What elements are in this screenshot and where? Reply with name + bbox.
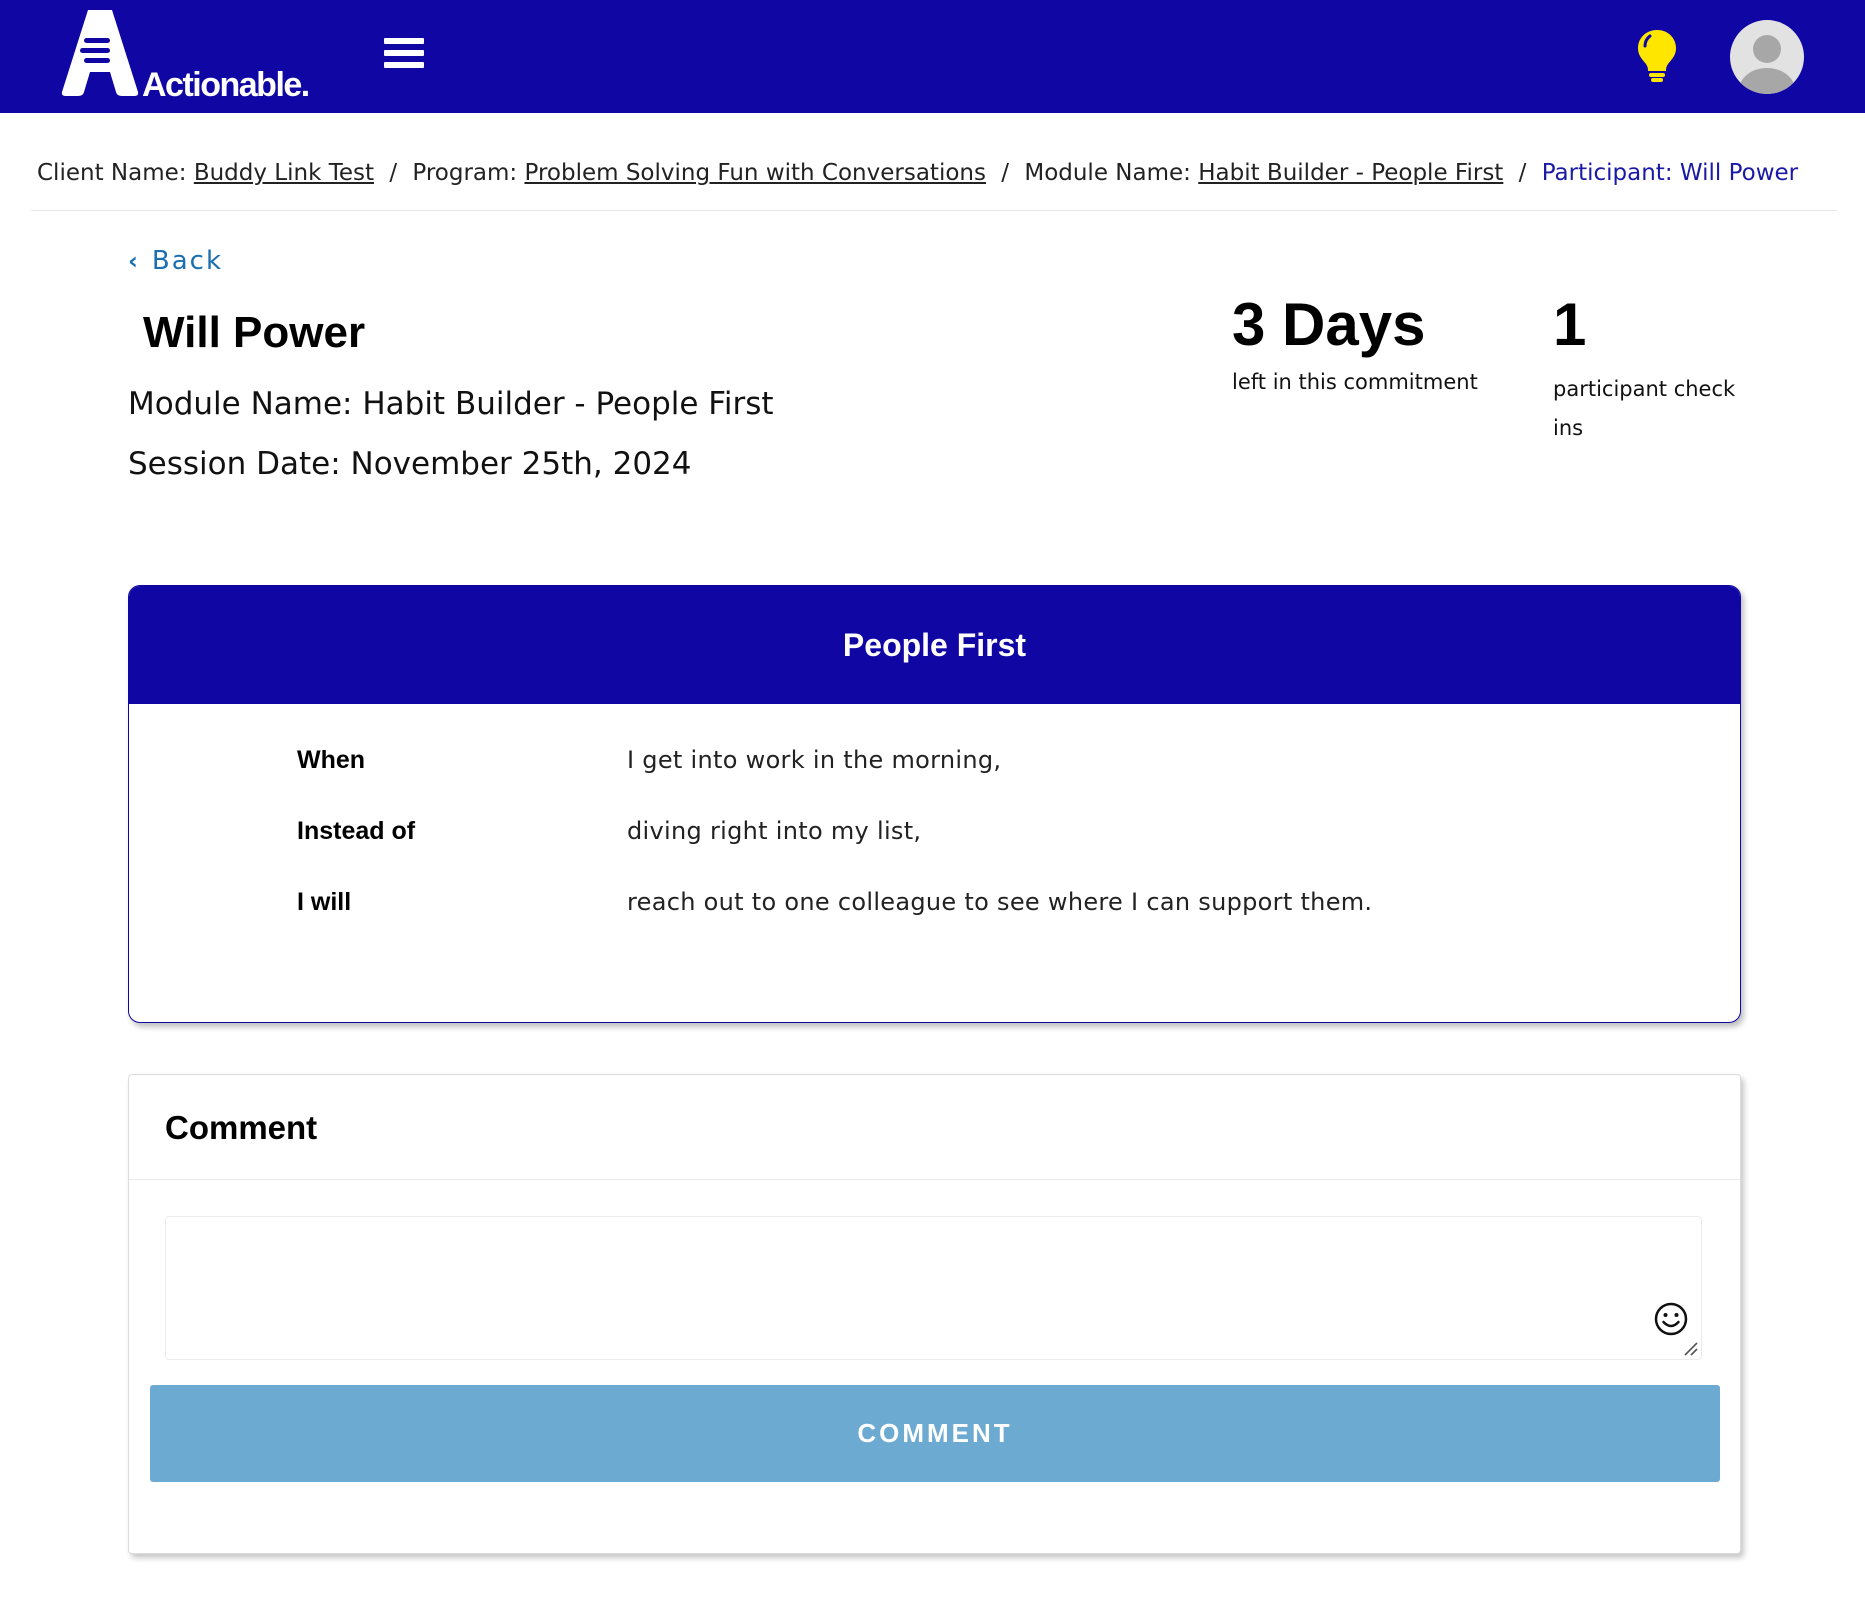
back-link[interactable]: ‹ Back <box>128 246 223 276</box>
comment-submit-button[interactable]: COMMENT <box>150 1385 1720 1482</box>
breadcrumb-client-link[interactable]: Buddy Link Test <box>194 160 374 186</box>
breadcrumb-separator: / <box>1518 160 1527 186</box>
comment-card: Comment COMMENT <box>128 1074 1741 1554</box>
breadcrumb-program-link[interactable]: Problem Solving Fun with Conversations <box>524 160 985 186</box>
breadcrumb-current-participant: Participant: Will Power <box>1541 160 1799 186</box>
resize-handle-icon[interactable] <box>1681 1339 1699 1357</box>
breadcrumb-module-link[interactable]: Habit Builder - People First <box>1198 160 1503 186</box>
breadcrumb-separator: / <box>1001 160 1010 186</box>
user-avatar-icon[interactable] <box>1730 20 1804 94</box>
breadcrumb-module-label: Module Name: <box>1024 160 1191 186</box>
breadcrumb-program-label: Program: <box>412 160 518 186</box>
participant-name: Will Power <box>143 308 366 357</box>
days-left-label: left in this commitment <box>1232 370 1478 394</box>
menu-icon <box>384 38 424 44</box>
habit-row-key: I will <box>297 888 352 916</box>
menu-icon-bar <box>384 62 424 68</box>
comment-textarea[interactable] <box>165 1216 1702 1360</box>
top-navbar: Actionable. <box>0 0 1865 113</box>
habit-row-value: reach out to one colleague to see where … <box>627 888 1373 916</box>
comment-title: Comment <box>165 1109 318 1146</box>
checkins-value: 1 <box>1553 291 1587 358</box>
logo-a-icon <box>61 10 139 96</box>
breadcrumb: Client Name: Buddy Link Test / Program: … <box>37 160 1798 186</box>
module-name-text: Module Name: Habit Builder - People Firs… <box>128 386 774 422</box>
actionable-logo[interactable]: Actionable. <box>60 8 340 104</box>
checkins-label: participant check ins <box>1553 377 1736 440</box>
habit-row-value: I get into work in the morning, <box>627 746 1002 774</box>
breadcrumb-client-label: Client Name: <box>37 160 187 186</box>
habit-card-title: People First <box>129 586 1740 704</box>
chevron-left-icon: ‹ <box>128 247 140 275</box>
back-label: Back <box>151 246 224 276</box>
habit-row-key: When <box>297 746 366 774</box>
comment-divider <box>129 1179 1740 1180</box>
breadcrumb-separator: / <box>389 160 398 186</box>
days-left-value: 3 Days <box>1232 291 1426 358</box>
habit-row-value: diving right into my list, <box>627 817 922 845</box>
menu-icon-bar <box>384 50 424 56</box>
habit-row-key: Instead of <box>297 817 416 845</box>
session-date-text: Session Date: November 25th, 2024 <box>128 446 692 482</box>
habit-card: People First When I get into work in the… <box>128 585 1741 1023</box>
logo-text: Actionable. <box>142 66 310 104</box>
lightbulb-icon[interactable] <box>1636 28 1678 82</box>
emoji-icon[interactable] <box>1653 1301 1689 1337</box>
breadcrumb-divider <box>31 210 1837 211</box>
hamburger-menu-button[interactable] <box>384 38 424 74</box>
